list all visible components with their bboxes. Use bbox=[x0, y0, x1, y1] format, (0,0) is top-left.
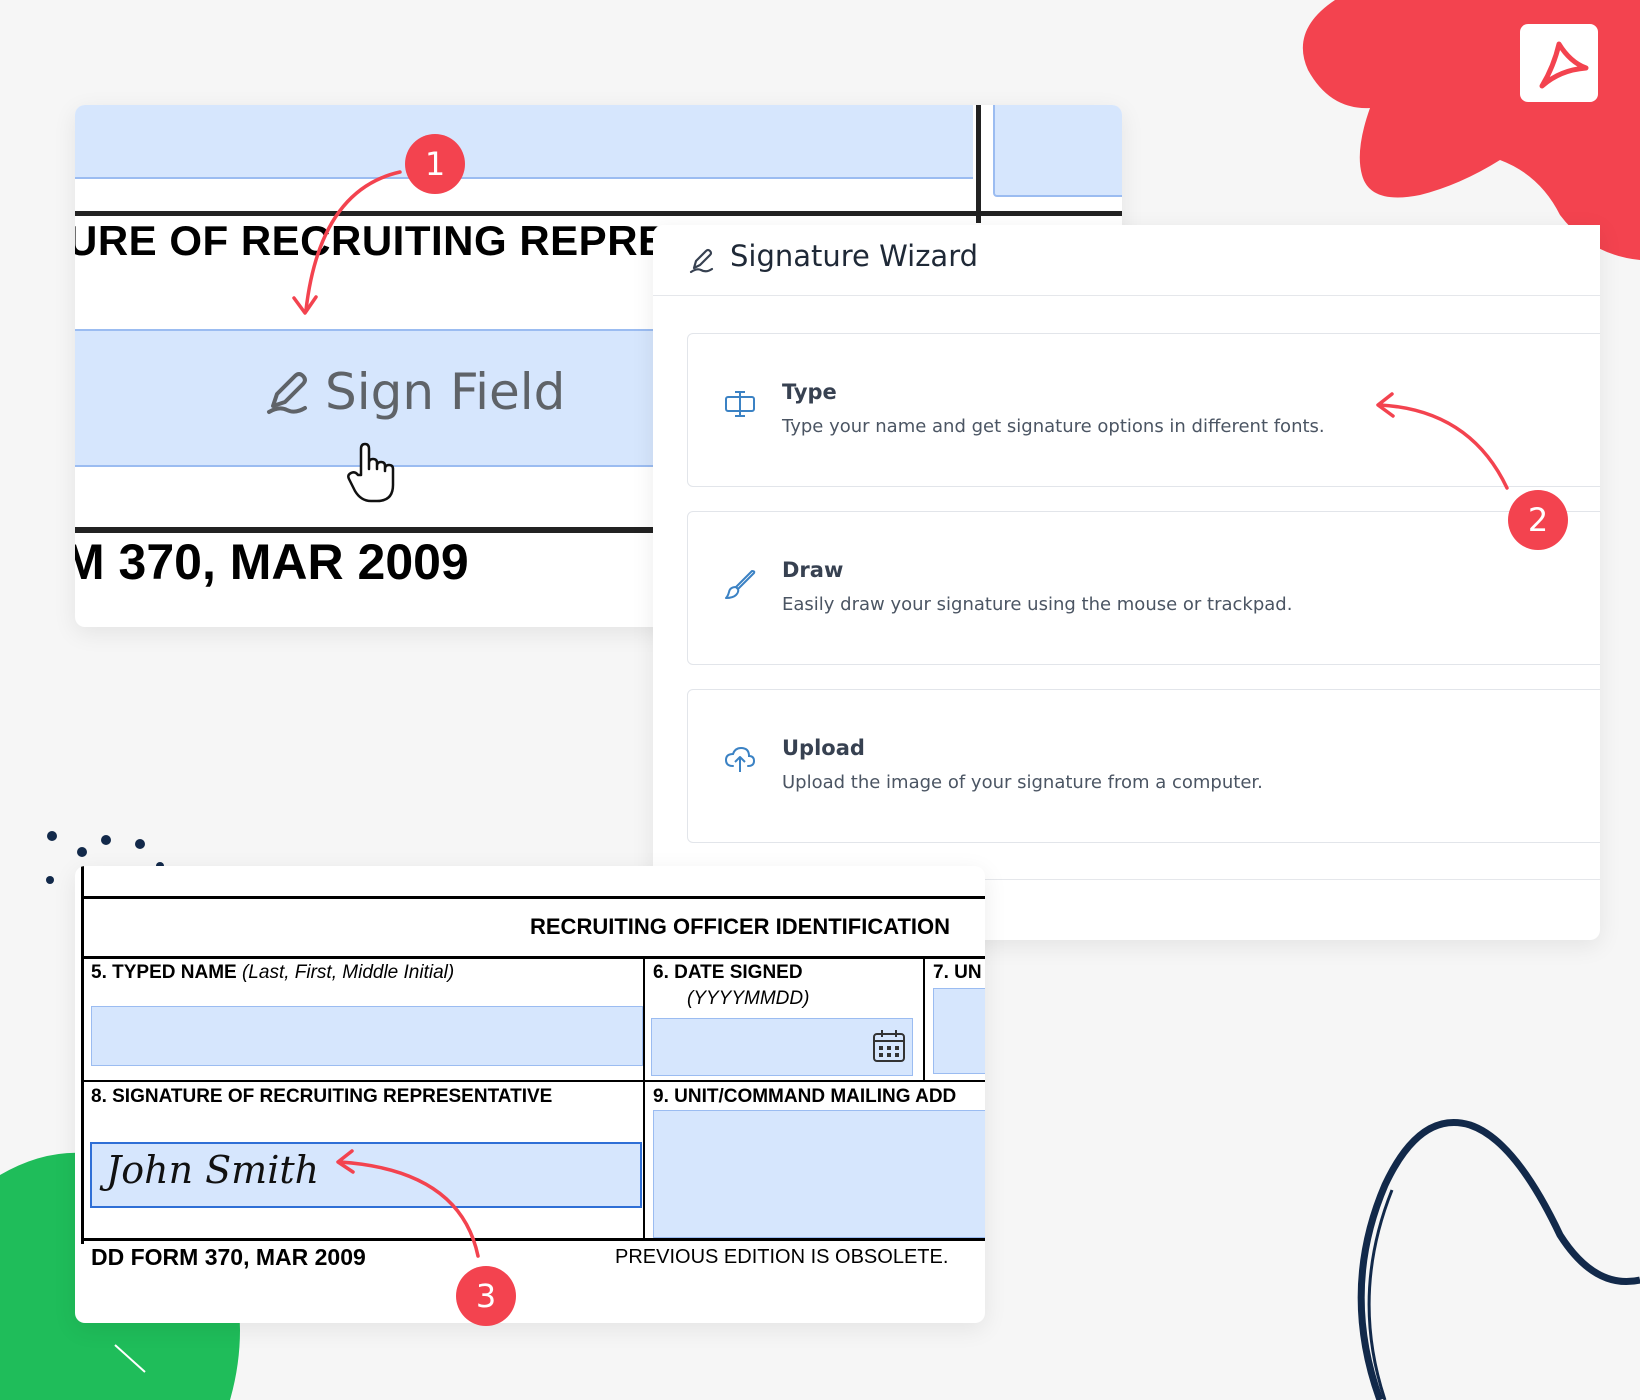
field5-label: 5. TYPED NAME (Last, First, Middle Initi… bbox=[91, 962, 455, 983]
recruiting-officer-form-card: RECRUITING OFFICER IDENTIFICATION 5. TYP… bbox=[75, 866, 985, 1323]
option-draw[interactable]: Draw Easily draw your signature using th… bbox=[687, 511, 1600, 665]
field7-label: 7. UN bbox=[933, 962, 982, 983]
pen-signature-icon bbox=[689, 248, 714, 274]
option-description: Type your name and get signature options… bbox=[782, 416, 1325, 437]
text-cursor-icon bbox=[725, 391, 755, 417]
wizard-title: Signature Wizard bbox=[730, 239, 979, 273]
field6-hint: (YYYYMMDD) bbox=[687, 988, 810, 1009]
option-title: Upload bbox=[782, 736, 865, 760]
step-badge-2: 2 bbox=[1508, 490, 1568, 550]
wizard-header: Signature Wizard bbox=[653, 225, 1600, 296]
option-title: Draw bbox=[782, 558, 844, 582]
navy-swirl bbox=[1357, 1119, 1640, 1400]
hand-cursor-icon bbox=[347, 442, 395, 503]
pen-signature-icon bbox=[267, 372, 307, 414]
cloud-upload-icon bbox=[724, 746, 756, 772]
field6-label: 6. DATE SIGNED bbox=[653, 962, 803, 983]
sign-field[interactable]: Sign Field bbox=[75, 329, 675, 503]
field9-label: 9. UNIT/COMMAND MAILING ADD bbox=[653, 1086, 957, 1107]
brush-icon bbox=[725, 570, 756, 599]
step-badge-3: 3 bbox=[456, 1266, 516, 1326]
signature-wizard-dialog: Signature Wizard Type Type your name and… bbox=[653, 225, 1600, 940]
typed-name-input[interactable] bbox=[91, 1006, 643, 1066]
field7-input[interactable] bbox=[933, 988, 985, 1074]
option-description: Easily draw your signature using the mou… bbox=[782, 594, 1293, 615]
form-field-top[interactable] bbox=[75, 105, 973, 179]
date-signed-input[interactable] bbox=[651, 1018, 913, 1076]
option-type[interactable]: Type Type your name and get signature op… bbox=[687, 333, 1600, 487]
mailing-address-input[interactable] bbox=[653, 1110, 985, 1238]
app-logo bbox=[1520, 24, 1598, 102]
step-badge-1: 1 bbox=[405, 134, 465, 194]
form-footer: DD FORM 370, MAR 2009 bbox=[91, 1244, 366, 1270]
form-footer: M 370, MAR 2009 bbox=[75, 534, 469, 590]
field8-label: 8. SIGNATURE OF RECRUITING REPRESENTATIV… bbox=[91, 1086, 553, 1107]
option-title: Type bbox=[782, 380, 837, 404]
form-field-top-right[interactable] bbox=[993, 105, 1122, 197]
signature-value: John Smith bbox=[106, 1148, 320, 1192]
edition-note: PREVIOUS EDITION IS OBSOLETE. bbox=[615, 1246, 949, 1268]
section-header: RECRUITING OFFICER IDENTIFICATION bbox=[530, 914, 951, 939]
option-upload[interactable]: Upload Upload the image of your signatur… bbox=[687, 689, 1600, 843]
signature-input[interactable]: John Smith bbox=[90, 1142, 642, 1208]
option-description: Upload the image of your signature from … bbox=[782, 772, 1263, 793]
sign-field-label: Sign Field bbox=[325, 363, 566, 421]
field5-hint: (Last, First, Middle Initial) bbox=[241, 962, 455, 983]
calendar-icon[interactable] bbox=[872, 1029, 906, 1063]
